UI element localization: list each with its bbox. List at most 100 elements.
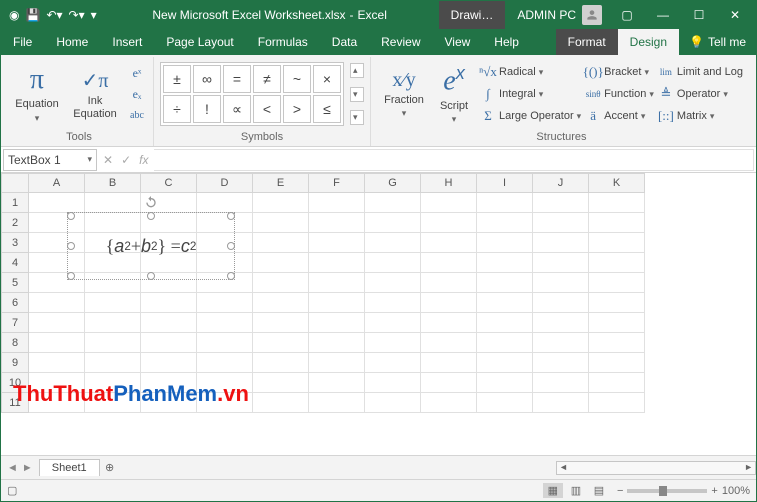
fx-icon[interactable]: fx bbox=[139, 153, 148, 167]
ink-equation-button[interactable]: ✓π Ink Equation bbox=[67, 61, 123, 127]
cell[interactable] bbox=[589, 293, 645, 313]
gallery-scroll-down-icon[interactable]: ▾ bbox=[350, 87, 364, 102]
cell[interactable] bbox=[533, 353, 589, 373]
cell[interactable] bbox=[589, 313, 645, 333]
cell[interactable] bbox=[365, 373, 421, 393]
macro-record-icon[interactable]: ▢ bbox=[7, 484, 17, 497]
zoom-control[interactable]: − + 100% bbox=[617, 485, 750, 497]
column-header[interactable]: F bbox=[309, 173, 365, 193]
row-header[interactable]: 9 bbox=[1, 353, 29, 373]
formula-input[interactable] bbox=[154, 149, 754, 171]
cell[interactable] bbox=[85, 353, 141, 373]
tab-page-layout[interactable]: Page Layout bbox=[154, 29, 245, 55]
cell[interactable] bbox=[365, 233, 421, 253]
operator-button[interactable]: ≜Operator▾ bbox=[658, 84, 743, 104]
cell[interactable] bbox=[197, 293, 253, 313]
cell[interactable] bbox=[477, 213, 533, 233]
cell[interactable] bbox=[365, 313, 421, 333]
symbol-cell[interactable]: = bbox=[223, 65, 251, 93]
new-sheet-button[interactable]: ⊕ bbox=[100, 461, 120, 474]
cell[interactable] bbox=[477, 293, 533, 313]
symbol-cell[interactable]: ± bbox=[163, 65, 191, 93]
cell[interactable] bbox=[477, 273, 533, 293]
cell[interactable] bbox=[365, 193, 421, 213]
column-header[interactable]: G bbox=[365, 173, 421, 193]
cell[interactable] bbox=[477, 193, 533, 213]
cancel-icon[interactable]: ✕ bbox=[103, 153, 113, 167]
cell[interactable] bbox=[85, 313, 141, 333]
horizontal-scrollbar[interactable]: ◄ ► bbox=[556, 461, 756, 475]
column-header[interactable]: K bbox=[589, 173, 645, 193]
cell[interactable] bbox=[365, 273, 421, 293]
autosave-icon[interactable]: ◉ bbox=[9, 8, 19, 22]
cell[interactable] bbox=[253, 253, 309, 273]
professional-icon[interactable]: eˣ bbox=[127, 63, 147, 83]
tab-data[interactable]: Data bbox=[320, 29, 369, 55]
symbol-cell[interactable]: ÷ bbox=[163, 95, 191, 123]
row-header[interactable]: 8 bbox=[1, 333, 29, 353]
tab-scroll-right-icon[interactable]: ► bbox=[22, 462, 33, 474]
cell[interactable] bbox=[589, 373, 645, 393]
cell[interactable] bbox=[533, 313, 589, 333]
tell-me-button[interactable]: 💡 Tell me bbox=[679, 29, 756, 55]
tab-help[interactable]: Help bbox=[482, 29, 531, 55]
cell[interactable] bbox=[309, 373, 365, 393]
cell[interactable] bbox=[309, 353, 365, 373]
equation-content[interactable]: {a2+b2} = c2 bbox=[71, 216, 231, 276]
column-header[interactable]: J bbox=[533, 173, 589, 193]
chevron-down-icon[interactable]: ▾ bbox=[87, 154, 92, 165]
tab-home[interactable]: Home bbox=[44, 29, 100, 55]
cell[interactable] bbox=[533, 193, 589, 213]
row-header[interactable]: 6 bbox=[1, 293, 29, 313]
cell[interactable] bbox=[365, 293, 421, 313]
cell[interactable] bbox=[197, 193, 253, 213]
cell[interactable] bbox=[197, 313, 253, 333]
zoom-out-icon[interactable]: − bbox=[617, 485, 623, 497]
cell[interactable] bbox=[309, 393, 365, 413]
redo-icon[interactable]: ↷▾ bbox=[69, 8, 85, 22]
symbol-cell[interactable]: < bbox=[253, 95, 281, 123]
linear-icon[interactable]: eₓ bbox=[127, 84, 147, 104]
row-header[interactable]: 3 bbox=[1, 233, 29, 253]
tab-file[interactable]: File bbox=[1, 29, 44, 55]
limit-log-button[interactable]: limLimit and Log bbox=[658, 62, 743, 82]
gallery-scroll-up-icon[interactable]: ▴ bbox=[350, 63, 364, 78]
cell[interactable] bbox=[421, 213, 477, 233]
function-button[interactable]: sinθFunction▾ bbox=[585, 84, 654, 104]
cell[interactable] bbox=[421, 193, 477, 213]
cell[interactable] bbox=[589, 253, 645, 273]
cell[interactable] bbox=[141, 353, 197, 373]
cell[interactable] bbox=[141, 293, 197, 313]
symbol-cell[interactable]: × bbox=[313, 65, 341, 93]
page-break-view-icon[interactable]: ▤ bbox=[589, 483, 609, 498]
zoom-slider[interactable] bbox=[627, 489, 707, 493]
cell[interactable] bbox=[589, 353, 645, 373]
tab-formulas[interactable]: Formulas bbox=[246, 29, 320, 55]
normal-text-icon[interactable]: abc bbox=[127, 105, 147, 125]
cell[interactable] bbox=[421, 333, 477, 353]
worksheet-area[interactable]: ABCDEFGHIJK 1234567891011 {a2+b2} = c2 T… bbox=[1, 173, 756, 455]
column-header[interactable]: E bbox=[253, 173, 309, 193]
cell[interactable] bbox=[421, 273, 477, 293]
symbol-cell[interactable]: ≤ bbox=[313, 95, 341, 123]
minimize-button[interactable]: — bbox=[646, 1, 680, 29]
cell[interactable] bbox=[421, 313, 477, 333]
cell[interactable] bbox=[421, 353, 477, 373]
cell[interactable] bbox=[421, 253, 477, 273]
scroll-left-icon[interactable]: ◄ bbox=[559, 462, 568, 472]
sheet-tab[interactable]: Sheet1 bbox=[39, 459, 100, 476]
cell[interactable] bbox=[197, 333, 253, 353]
accent-button[interactable]: äAccent▾ bbox=[585, 106, 654, 126]
column-header[interactable]: I bbox=[477, 173, 533, 193]
cell[interactable] bbox=[533, 373, 589, 393]
cell[interactable] bbox=[309, 213, 365, 233]
symbol-gallery[interactable]: ± ∞ = ≠ ~ × ÷ ! ∝ < > ≤ bbox=[160, 62, 344, 126]
cell[interactable] bbox=[29, 313, 85, 333]
cell[interactable] bbox=[309, 253, 365, 273]
cell[interactable] bbox=[253, 313, 309, 333]
rotate-handle-icon[interactable] bbox=[143, 194, 159, 210]
zoom-level[interactable]: 100% bbox=[722, 485, 750, 497]
cell[interactable] bbox=[589, 213, 645, 233]
cell[interactable] bbox=[365, 213, 421, 233]
name-box[interactable]: TextBox 1 ▾ bbox=[3, 149, 97, 171]
